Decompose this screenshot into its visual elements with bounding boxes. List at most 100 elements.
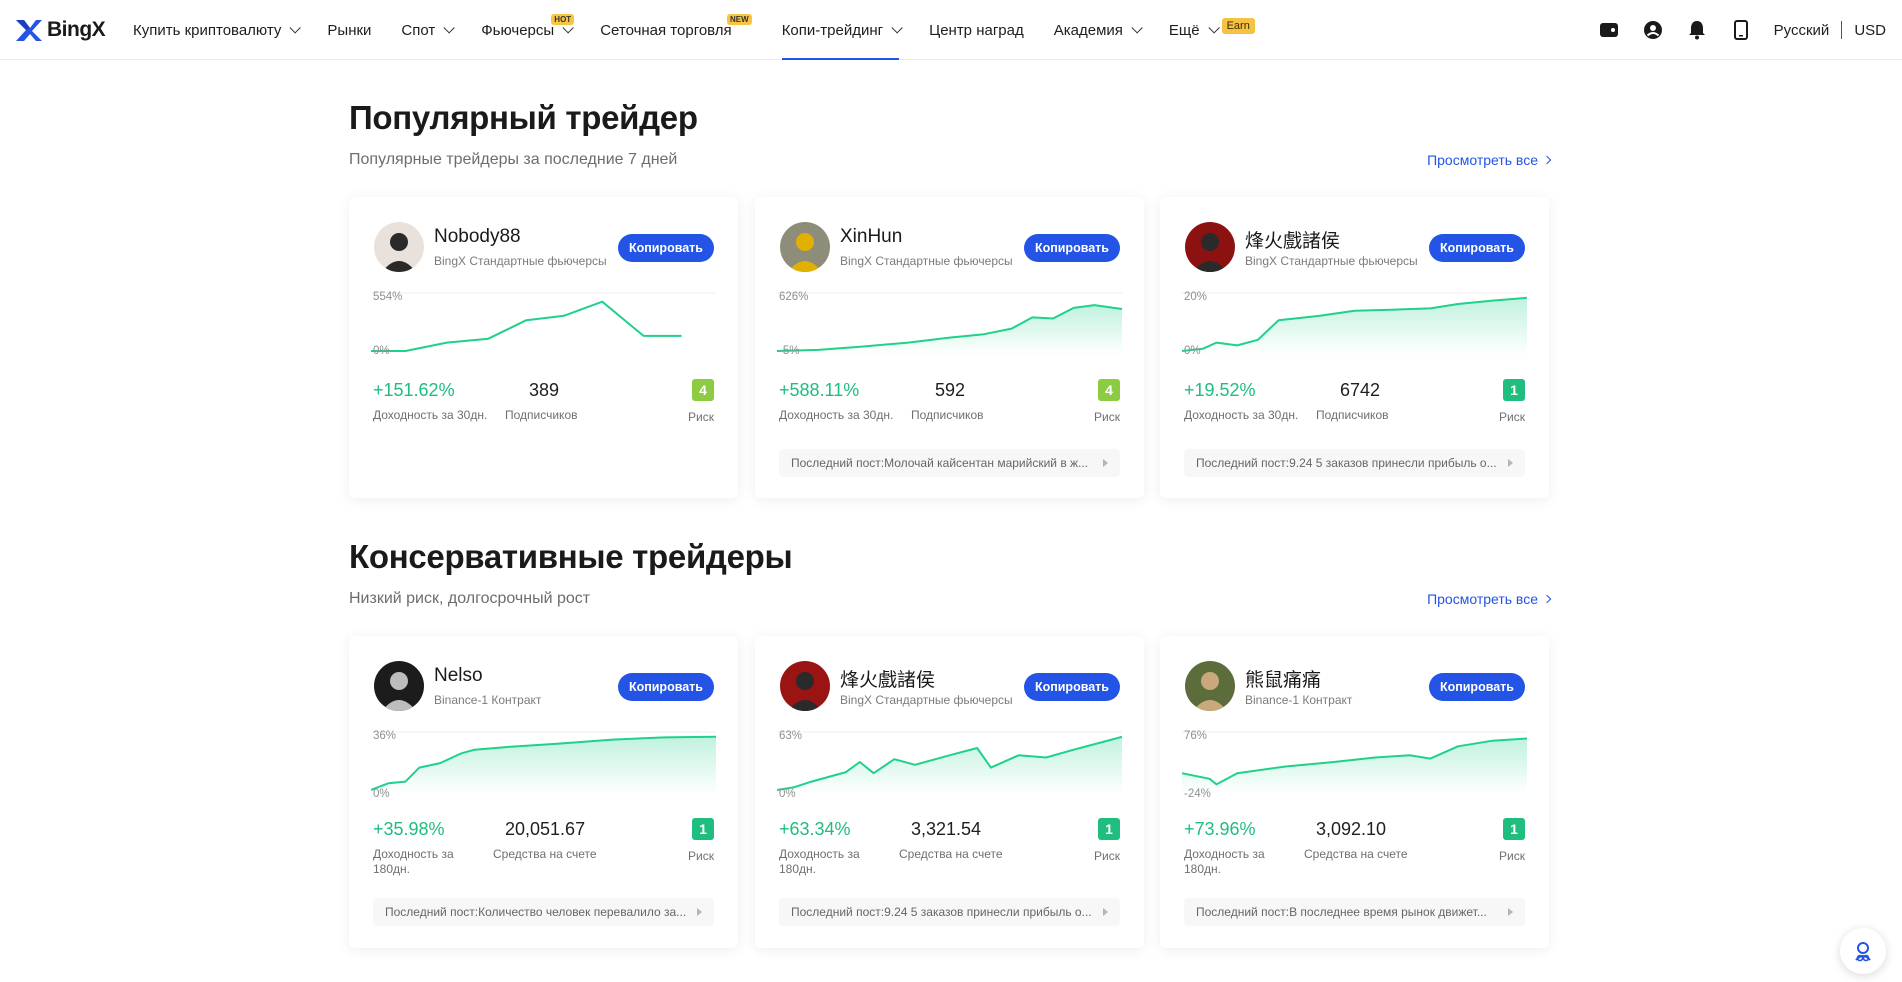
latest-post-link[interactable]: Последний пост:9.24 5 заказов принесли п… [1184, 449, 1525, 477]
nav-copy-trading[interactable]: Копи-трейдинг [781, 0, 903, 60]
phone-icon[interactable] [1730, 19, 1752, 41]
section-title-conservative: Консервативные трейдеры [349, 538, 793, 575]
trader-avatar[interactable] [780, 222, 830, 272]
latest-post-link[interactable]: Последний пост:9.24 5 заказов принесли п… [779, 898, 1120, 926]
secondary-value: 3,092.10 [1316, 819, 1387, 839]
trader-card[interactable]: XinHun BingX Стандартные фьючерсы Копиро… [755, 197, 1144, 498]
chart-min-label: 0% [1184, 345, 1201, 357]
nav-buy-crypto[interactable]: Купить криптовалюту [133, 0, 302, 60]
nav-grid-trading[interactable]: Сеточная торговля NEW [600, 0, 752, 60]
secondary-label: Средства на счете [899, 847, 1003, 861]
risk-label: Риск [1499, 410, 1525, 424]
chart-max-label: 554% [373, 291, 403, 303]
caret-right-icon [1103, 908, 1108, 916]
brand-name: BingX [47, 18, 106, 41]
pnl-sparkline [1182, 731, 1527, 794]
bingx-logo[interactable]: BingX [14, 16, 106, 44]
latest-post-link[interactable]: Последний пост:Количество человек перева… [373, 898, 714, 926]
trader-name[interactable]: 烽火戲諸侯 [840, 665, 935, 692]
trader-platform: Binance-1 Контракт [1245, 693, 1353, 707]
copy-button[interactable]: Копировать [1428, 673, 1525, 701]
nav-spot[interactable]: Спот [401, 0, 456, 60]
return-value: +63.34% [779, 819, 851, 839]
return-label: Доходность за 30дн. [779, 408, 894, 422]
copy-button[interactable]: Копировать [1023, 673, 1120, 701]
user-icon[interactable] [1642, 19, 1664, 41]
support-agent-icon [1855, 942, 1871, 962]
trader-platform: Binance-1 Контракт [434, 693, 542, 707]
chevron-right-icon [1542, 594, 1552, 604]
wallet-icon[interactable] [1598, 19, 1620, 41]
chevron-down-icon [891, 22, 903, 34]
trader-card[interactable]: Nelso Binance-1 Контракт Копировать 36% … [349, 636, 738, 948]
nav-markets[interactable]: Рынки [327, 0, 371, 60]
trader-card[interactable]: 烽火戲諸侯 BingX Стандартные фьючерсы Копиров… [755, 636, 1144, 948]
caret-right-icon [1508, 459, 1513, 467]
chart-max-label: 20% [1184, 291, 1208, 303]
latest-post-link[interactable]: Последний пост:Молочай кайсентан марийск… [779, 449, 1120, 477]
risk-score-badge: 4 [692, 379, 714, 401]
risk-label: Риск [688, 410, 714, 424]
nav-rewards-center[interactable]: Центр наград [929, 0, 1024, 60]
language-selector[interactable]: Русский [1774, 22, 1830, 39]
view-all-label: Просмотреть все [1427, 152, 1538, 168]
secondary-value: 6742 [1340, 380, 1381, 400]
bell-icon[interactable] [1686, 19, 1708, 41]
chevron-down-icon [1208, 22, 1220, 34]
pnl-sparkline [1182, 292, 1527, 355]
trader-name[interactable]: 熊鼠痛痛 [1245, 665, 1321, 692]
chart-max-label: 63% [779, 730, 803, 742]
chevron-down-icon [1131, 22, 1143, 34]
trader-platform: BingX Стандартные фьючерсы [840, 693, 1013, 707]
view-all-popular-link[interactable]: Просмотреть все [1427, 152, 1552, 168]
trader-platform: BingX Стандартные фьючерсы [1245, 254, 1418, 268]
trader-avatar[interactable] [374, 661, 424, 711]
nav-more[interactable]: Ещё Earn [1169, 0, 1255, 60]
nav-futures[interactable]: Фьючерсы HOT [481, 0, 575, 60]
copy-button[interactable]: Копировать [1428, 234, 1525, 262]
latest-post-text: Последний пост:9.24 5 заказов принесли п… [1196, 456, 1497, 470]
copy-button[interactable]: Копировать [617, 234, 714, 262]
trader-card[interactable]: Nobody88 BingX Стандартные фьючерсы Копи… [349, 197, 738, 498]
trader-avatar[interactable] [1185, 661, 1235, 711]
risk-score-badge: 1 [1098, 818, 1120, 840]
chart-min-label: -24% [1184, 788, 1211, 800]
nav-label: Ещё [1168, 21, 1200, 39]
return-value: +151.62% [373, 380, 455, 400]
trader-name[interactable]: 烽火戲諸侯 [1245, 226, 1340, 253]
trader-card[interactable]: 烽火戲諸侯 BingX Стандартные фьючерсы Копиров… [1160, 197, 1549, 498]
support-chat-button[interactable] [1840, 928, 1886, 974]
nav-academy[interactable]: Академия [1054, 0, 1143, 60]
trader-avatar[interactable] [780, 661, 830, 711]
chart-min-label: 0% [779, 788, 796, 800]
secondary-value: 389 [529, 380, 560, 400]
pnl-sparkline [777, 731, 1122, 794]
view-all-conservative-link[interactable]: Просмотреть все [1427, 591, 1552, 607]
secondary-label: Подписчиков [505, 408, 578, 422]
latest-post-text: Последний пост:Количество человек перева… [385, 905, 687, 919]
return-label: Доходность за 180дн. [373, 847, 454, 876]
secondary-value: 3,321.54 [911, 819, 982, 839]
trader-card[interactable]: 熊鼠痛痛 Binance-1 Контракт Копировать 76% -… [1160, 636, 1549, 948]
chart-min-label: -5% [779, 345, 800, 357]
nav-label: Центр наград [929, 21, 1024, 39]
copy-button[interactable]: Копировать [1023, 234, 1120, 262]
return-label: Доходность за 180дн. [779, 847, 860, 876]
secondary-label: Подписчиков [1316, 408, 1389, 422]
return-value: +19.52% [1184, 380, 1256, 400]
latest-post-link[interactable]: Последний пост:В последнее время рынок д… [1184, 898, 1525, 926]
divider [1841, 21, 1843, 39]
top-navigation-bar: BingX Купить криптовалюту Рынки Спот Фью… [0, 0, 1902, 60]
chart-min-label: 0% [373, 788, 390, 800]
trader-platform: BingX Стандартные фьючерсы [434, 254, 607, 268]
secondary-value: 592 [935, 380, 966, 400]
trader-avatar[interactable] [1185, 222, 1235, 272]
trader-name[interactable]: XinHun [840, 226, 902, 248]
trader-name[interactable]: Nelso [434, 665, 483, 687]
trader-name[interactable]: Nobody88 [434, 226, 521, 248]
trader-avatar[interactable] [374, 222, 424, 272]
risk-score-badge: 1 [1503, 818, 1525, 840]
currency-selector[interactable]: USD [1854, 22, 1886, 39]
copy-button[interactable]: Копировать [617, 673, 714, 701]
chevron-down-icon [443, 22, 456, 34]
